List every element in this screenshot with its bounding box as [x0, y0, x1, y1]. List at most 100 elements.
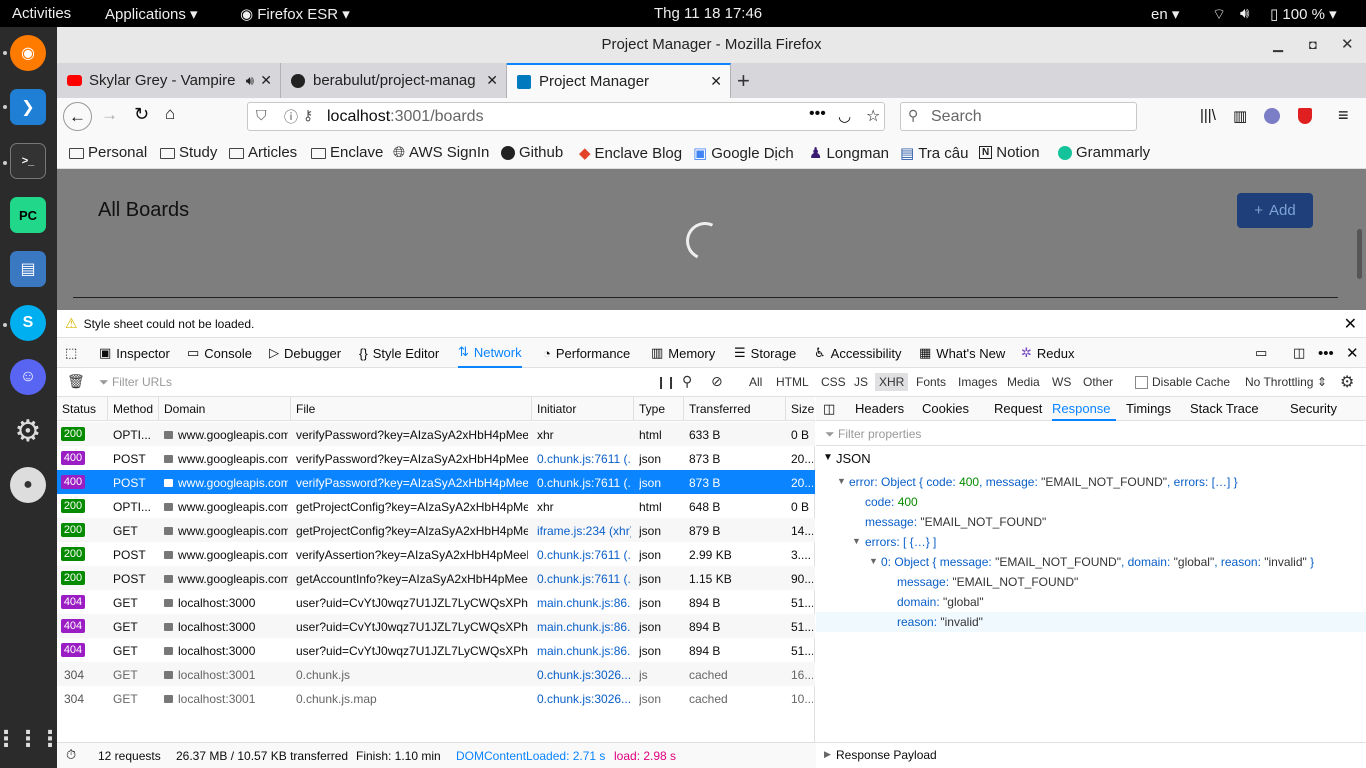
tab-debugger[interactable]: ▷ Debugger — [269, 338, 341, 368]
bookmark-google-dich[interactable]: ▣ Google Dịch — [693, 144, 794, 163]
tab-security[interactable]: Security — [1290, 397, 1337, 421]
tab-request[interactable]: Request — [994, 397, 1042, 421]
add-board-button[interactable]: + Add — [1237, 193, 1313, 228]
page-actions-icon[interactable]: ••• — [809, 105, 826, 123]
type-all[interactable]: All — [749, 375, 762, 389]
type-xhr[interactable]: XHR — [875, 373, 909, 391]
col-type[interactable]: Type — [639, 402, 665, 416]
sidebar-icon[interactable]: ▥ — [1233, 107, 1247, 125]
tab-performance[interactable]: ◔ Performance — [543, 338, 630, 368]
table-row[interactable]: 200 POST www.googleapis.com getAccountInfo?… — [57, 566, 815, 590]
json-code-line[interactable]: code: 400 — [865, 495, 918, 509]
cell-initiator[interactable]: 0.chunk.js:7611 (... — [537, 572, 631, 586]
table-row[interactable]: 200 OPTI... www.googleapis.com verifyPasswo… — [57, 422, 815, 446]
volume-icon[interactable]: 🔊︎ — [1240, 5, 1249, 22]
col-domain[interactable]: Domain — [164, 402, 205, 416]
block-icon[interactable]: ⊘ — [711, 373, 723, 390]
type-html[interactable]: HTML — [776, 375, 809, 389]
col-size[interactable]: Size — [791, 402, 814, 416]
col-status[interactable]: Status — [62, 402, 96, 416]
tab-whats-new[interactable]: ▦ What's New — [919, 338, 1005, 368]
table-row[interactable]: 200 OPTI... www.googleapis.com getProjectCo… — [57, 494, 815, 518]
close-notification-icon[interactable]: ✕ — [1344, 314, 1357, 334]
info-icon[interactable]: ⓘ — [284, 107, 298, 127]
tab-redux[interactable]: ✲ Redux — [1021, 338, 1074, 368]
network-settings-gear-icon[interactable]: ⚙ — [1340, 372, 1354, 392]
pycharm-icon[interactable]: PC — [10, 197, 46, 233]
search-input[interactable]: ⚲ Search — [900, 102, 1137, 131]
disable-cache-checkbox[interactable]: Disable Cache — [1135, 375, 1230, 390]
pause-icon[interactable]: ❙❙ — [656, 375, 676, 389]
tab-stack-trace[interactable]: Stack Trace — [1190, 397, 1259, 421]
tab-github[interactable]: berabulut/project-manag ✕ — [281, 63, 507, 98]
table-row[interactable]: 400 POST www.googleapis.com verifyPassword?… — [57, 446, 815, 470]
type-images[interactable]: Images — [958, 375, 997, 389]
tab-cookies[interactable]: Cookies — [922, 397, 969, 421]
json-error-line[interactable]: error: Object { code: 400, message: "EMA… — [849, 475, 1238, 489]
bookmark-tra-cau[interactable]: ▤ Tra câu — [900, 144, 968, 163]
close-window-button[interactable]: ✕ — [1341, 27, 1354, 63]
url-bar[interactable]: ⛉ ⓘ ⚷ localhost:3001/boards ••• ◡ ☆ — [247, 102, 885, 131]
type-js[interactable]: JS — [854, 375, 868, 389]
clock[interactable]: Thg 11 18 17:46 — [654, 5, 762, 22]
cell-initiator[interactable]: 0.chunk.js:3026... — [537, 668, 631, 682]
json-message-line[interactable]: message: "EMAIL_NOT_FOUND" — [865, 515, 1046, 529]
language-indicator[interactable]: en ▾ — [1151, 5, 1179, 23]
tab-style-editor[interactable]: {} Style Editor — [359, 338, 439, 368]
json-item-domain-line[interactable]: domain: "global" — [897, 595, 984, 609]
tab-console[interactable]: ▭ Console — [187, 338, 252, 368]
settings-gear-icon[interactable]: ⚙ — [10, 413, 46, 449]
type-fonts[interactable]: Fonts — [916, 375, 946, 389]
close-tab-icon[interactable]: ✕ — [260, 72, 272, 89]
shield-icon[interactable]: ⛉ — [256, 107, 267, 124]
cell-initiator[interactable]: 0.chunk.js:7611 (... — [537, 452, 631, 466]
table-row[interactable]: 304 GET localhost:3001 0.chunk.js.map 0.chun… — [57, 686, 815, 710]
bookmark-study[interactable]: Study — [160, 144, 217, 161]
col-initiator[interactable]: Initiator — [537, 402, 576, 416]
cell-initiator[interactable]: 0.chunk.js:3026... — [537, 692, 631, 706]
filter-properties-input[interactable]: ⏷ Filter properties — [816, 422, 1366, 446]
extension-globe-icon[interactable] — [1264, 108, 1280, 124]
home-button[interactable]: ⌂ — [165, 104, 175, 124]
tab-network[interactable]: ⇅ Network — [458, 338, 522, 368]
table-row[interactable]: 400 POST www.googleapis.com verifyPassword?… — [57, 470, 815, 494]
trash-icon[interactable]: 🗑︎ — [67, 373, 85, 390]
discord-icon[interactable]: ☺ — [10, 359, 46, 395]
chevron-down-icon[interactable]: ▼ — [869, 556, 878, 566]
type-other[interactable]: Other — [1083, 375, 1113, 389]
files-icon[interactable]: ▤ — [10, 251, 46, 287]
throttling-select[interactable]: No Throttling ⇕ — [1245, 375, 1327, 389]
cell-initiator[interactable]: 0.chunk.js:7611 (... — [537, 548, 631, 562]
dock-side-icon[interactable]: ◫ — [1293, 338, 1305, 368]
disk-icon[interactable]: ● — [10, 467, 46, 503]
pocket-icon[interactable]: ◡ — [838, 107, 851, 125]
tab-storage[interactable]: ☰ Storage — [734, 338, 796, 368]
json-item-message-line[interactable]: message: "EMAIL_NOT_FOUND" — [897, 575, 1078, 589]
element-picker-icon[interactable]: ⬚ — [65, 338, 77, 368]
speaker-icon[interactable]: 🔊︎ — [246, 73, 254, 89]
chevron-down-icon[interactable]: ▼ — [852, 536, 861, 546]
tab-youtube[interactable]: Skylar Grey - Vampire 🔊︎ ✕ — [57, 63, 281, 98]
responsive-design-icon[interactable]: ▭ — [1255, 338, 1267, 368]
menu-hamburger-icon[interactable]: ≡ — [1338, 105, 1349, 126]
bookmark-enclave-blog[interactable]: ◆ Enclave Blog — [579, 144, 682, 163]
type-media[interactable]: Media — [1007, 375, 1040, 389]
type-ws[interactable]: WS — [1052, 375, 1071, 389]
cell-initiator[interactable]: 0.chunk.js:7611 (... — [537, 476, 631, 490]
json-reason-row[interactable]: reason: "invalid" — [816, 612, 1366, 632]
battery-indicator[interactable]: ▯ 100 % ▾ — [1270, 5, 1337, 23]
cell-initiator[interactable]: iframe.js:234 (xhr) — [537, 524, 631, 538]
ublock-icon[interactable] — [1298, 108, 1312, 124]
bookmark-grammarly[interactable]: Grammarly — [1058, 144, 1150, 161]
bookmark-star-icon[interactable]: ☆ — [866, 106, 880, 126]
col-file[interactable]: File — [296, 402, 315, 416]
page-scrollbar[interactable] — [1357, 229, 1362, 279]
close-devtools-icon[interactable]: ✕ — [1346, 338, 1359, 368]
tab-accessibility[interactable]: ♿︎ Accessibility — [814, 338, 901, 368]
terminal-icon[interactable]: >_ — [10, 143, 46, 179]
more-options-icon[interactable]: ••• — [1318, 338, 1334, 368]
table-row[interactable]: 200 GET www.googleapis.com getProjectConfig… — [57, 518, 815, 542]
table-row[interactable]: 404 GET localhost:3000 user?uid=CvYtJ0wqz7U… — [57, 638, 815, 662]
app-menu[interactable]: ◉ Firefox ESR ▾ — [240, 5, 350, 23]
wifi-icon[interactable]: ⌔ — [1212, 5, 1226, 24]
